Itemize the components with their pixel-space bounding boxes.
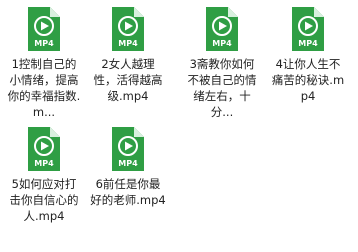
file-name-label: 6前任是你最好的老师.mp4 <box>90 177 166 207</box>
file-name-label: 4让你人生不痛苦的秘诀.mp4 <box>271 57 345 103</box>
mp4-video-file-icon: MP4 <box>26 6 62 52</box>
file-type-label: MP4 <box>118 39 138 48</box>
file-name-label: 1控制自己的小情绪，提高你的幸福指数.m... <box>7 57 81 119</box>
file-name-label: 3斋教你如何不被自己的情绪左右，十分... <box>187 57 257 119</box>
file-item-4[interactable]: MP4 4让你人生不痛苦的秘诀.mp4 <box>270 2 346 122</box>
file-type-label: MP4 <box>212 39 232 48</box>
file-name-label: 2女人越理性，活得越高级.mp4 <box>93 57 163 103</box>
file-item-6[interactable]: MP4 6前任是你最好的老师.mp4 <box>90 122 166 242</box>
file-item-1[interactable]: MP4 1控制自己的小情绪，提高你的幸福指数.m... <box>6 2 82 122</box>
file-item-2[interactable]: MP4 2女人越理性，活得越高级.mp4 <box>90 2 166 122</box>
file-explorer-icon-view: MP4 1控制自己的小情绪，提高你的幸福指数.m... MP4 2女人越理性，活… <box>0 0 358 252</box>
mp4-video-file-icon: MP4 <box>204 6 240 52</box>
file-type-label: MP4 <box>34 159 54 168</box>
file-name-label: 5如何应对打击你自信心的人.mp4 <box>9 177 79 223</box>
file-type-label: MP4 <box>298 39 318 48</box>
mp4-video-file-icon: MP4 <box>110 126 146 172</box>
file-type-label: MP4 <box>34 39 54 48</box>
mp4-video-file-icon: MP4 <box>110 6 146 52</box>
mp4-video-file-icon: MP4 <box>26 126 62 172</box>
mp4-video-file-icon: MP4 <box>290 6 326 52</box>
file-item-3[interactable]: MP4 3斋教你如何不被自己的情绪左右，十分... <box>184 2 260 122</box>
file-item-5[interactable]: MP4 5如何应对打击你自信心的人.mp4 <box>6 122 82 242</box>
file-type-label: MP4 <box>118 159 138 168</box>
